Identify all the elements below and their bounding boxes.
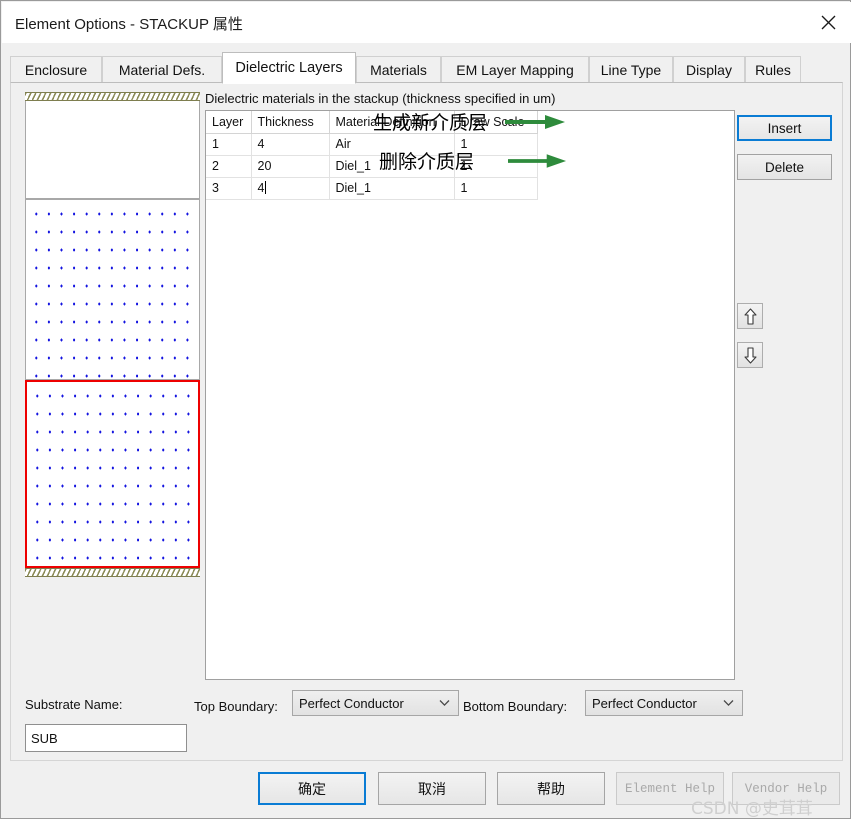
cancel-button[interactable]: 取消 bbox=[378, 772, 486, 805]
dielectric-layers-panel: Dielectric materials in the stackup (thi… bbox=[10, 82, 843, 761]
top-boundary-select[interactable]: Perfect Conductor bbox=[292, 690, 459, 716]
cell-thickness-value: 4 bbox=[257, 181, 265, 195]
arrow-up-icon bbox=[743, 307, 757, 325]
annotation-delete-arrow bbox=[508, 154, 567, 168]
cell-layer[interactable]: 3 bbox=[206, 177, 252, 200]
substrate-name-input[interactable]: SUB bbox=[25, 724, 187, 752]
bottom-boundary-select[interactable]: Perfect Conductor bbox=[585, 690, 743, 716]
watermark: CSDN @史茸茸 bbox=[691, 799, 813, 819]
preview-layer-3-selected[interactable] bbox=[25, 380, 200, 568]
column-header-thickness[interactable]: Thickness bbox=[251, 111, 330, 134]
cell-layer[interactable]: 1 bbox=[206, 133, 252, 156]
delete-button[interactable]: Delete bbox=[737, 154, 832, 180]
insert-button[interactable]: Insert bbox=[737, 115, 832, 141]
close-icon[interactable] bbox=[805, 2, 851, 43]
cell-draw-scale[interactable]: 1 bbox=[454, 177, 538, 200]
preview-layer-air[interactable] bbox=[25, 101, 200, 199]
bottom-boundary-hatch bbox=[25, 568, 200, 577]
cell-thickness[interactable]: 20 bbox=[251, 155, 330, 178]
top-boundary-hatch bbox=[25, 92, 200, 101]
tab-material-defs[interactable]: Material Defs. bbox=[102, 56, 222, 82]
tab-em-layer-mapping[interactable]: EM Layer Mapping bbox=[441, 56, 589, 82]
arrow-down-icon bbox=[743, 346, 757, 364]
cell-material[interactable]: Diel_1 bbox=[329, 177, 455, 200]
substrate-name-label: Substrate Name: bbox=[25, 697, 123, 712]
bottom-boundary-value: Perfect Conductor bbox=[592, 695, 697, 711]
table-row[interactable]: 1 4 Air 1 bbox=[206, 133, 538, 156]
chevron-down-icon bbox=[439, 700, 450, 707]
bottom-boundary-label: Bottom Boundary: bbox=[463, 699, 568, 714]
title-bar: Element Options - STACKUP 属性 bbox=[2, 2, 851, 43]
move-layer-up-button[interactable] bbox=[737, 303, 763, 329]
table-header-row: Layer Thickness Material Definition Draw… bbox=[206, 111, 538, 134]
stackup-preview[interactable] bbox=[25, 92, 200, 592]
dielectric-table[interactable]: Layer Thickness Material Definition Draw… bbox=[205, 110, 735, 680]
top-boundary-value: Perfect Conductor bbox=[299, 695, 404, 711]
text-caret bbox=[265, 181, 267, 194]
cell-thickness-editing[interactable]: 4 bbox=[251, 177, 330, 200]
window-title: Element Options - STACKUP 属性 bbox=[15, 16, 243, 33]
column-header-layer[interactable]: Layer bbox=[206, 111, 252, 134]
chevron-down-icon bbox=[723, 700, 734, 707]
ok-button[interactable]: 确定 bbox=[258, 772, 366, 805]
top-boundary-label: Top Boundary: bbox=[194, 699, 278, 714]
help-button[interactable]: 帮助 bbox=[497, 772, 605, 805]
table-caption: Dielectric materials in the stackup (thi… bbox=[205, 91, 556, 106]
tab-display[interactable]: Display bbox=[673, 56, 745, 82]
tab-dielectric-layers[interactable]: Dielectric Layers bbox=[222, 52, 356, 84]
tab-rules[interactable]: Rules bbox=[745, 56, 801, 82]
cell-layer[interactable]: 2 bbox=[206, 155, 252, 178]
preview-layer-2[interactable] bbox=[25, 199, 200, 380]
annotation-insert-text: 生成新介质层 bbox=[373, 112, 488, 134]
annotation-insert-arrow bbox=[505, 115, 565, 129]
dialog-window: Element Options - STACKUP 属性 Enclosure M… bbox=[0, 0, 851, 819]
table-row[interactable]: 3 4 Diel_1 1 bbox=[206, 177, 538, 200]
cell-thickness[interactable]: 4 bbox=[251, 133, 330, 156]
tab-line-type[interactable]: Line Type bbox=[589, 56, 673, 82]
tab-strip: Enclosure Material Defs. Dielectric Laye… bbox=[10, 52, 843, 84]
annotation-delete-text: 删除介质层 bbox=[379, 151, 475, 173]
table-row[interactable]: 2 20 Diel_1 1 bbox=[206, 155, 538, 178]
tab-enclosure[interactable]: Enclosure bbox=[10, 56, 102, 82]
tab-materials[interactable]: Materials bbox=[356, 56, 441, 82]
move-layer-down-button[interactable] bbox=[737, 342, 763, 368]
